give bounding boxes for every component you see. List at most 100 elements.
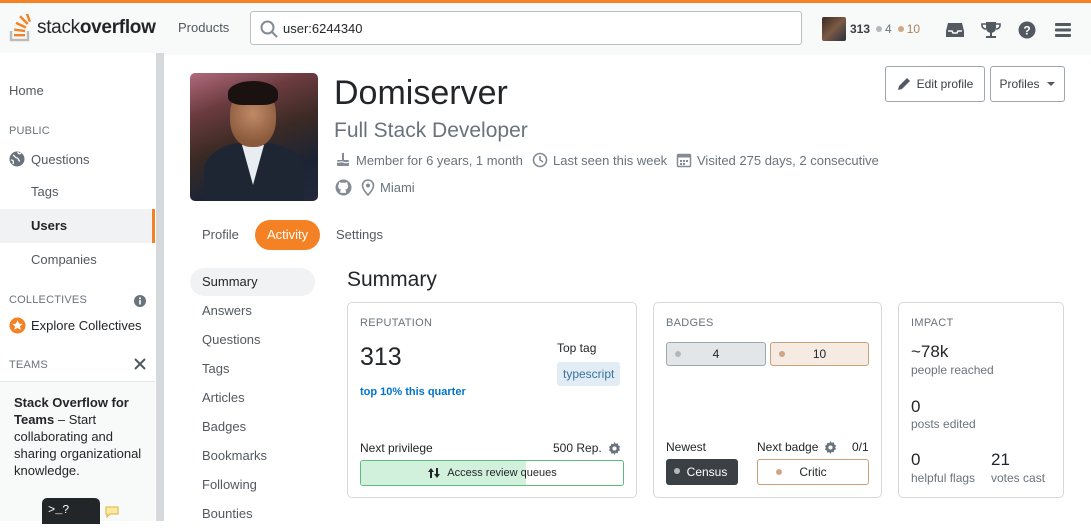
review-icon [428,468,441,478]
subnav-bookmarks[interactable]: Bookmarks [190,442,315,470]
profiles-dropdown[interactable]: Profiles [990,66,1065,102]
people-reached-label: people reached [911,363,994,377]
sidebar-item-home[interactable]: Home [9,83,44,98]
sidebar-heading-teams: TEAMS [9,359,48,371]
bronze-badge-icon [779,351,785,357]
clock-icon [532,152,548,168]
sidebar-item-explore-collectives-label: Explore Collectives [31,318,142,333]
github-icon[interactable] [335,179,352,201]
silver-badge-icon [674,468,680,474]
bronze-badge-icon [897,26,904,32]
posts-edited-value: 0 [911,397,921,416]
pencil-icon [897,78,910,90]
site-switcher-icon[interactable] [1050,17,1076,43]
sidebar-item-explore-collectives[interactable]: Explore Collectives [9,317,142,334]
subnav-badges[interactable]: Badges [190,413,315,441]
search-input[interactable] [283,19,783,37]
helpful-flags-value: 0 [911,450,921,469]
sidebar-item-users[interactable] [0,209,155,243]
profile-avatar [190,73,318,201]
help-icon[interactable]: ? [1014,17,1040,43]
sidebar-item-questions[interactable]: Questions [9,151,90,167]
profile-title: Full Stack Developer [334,119,528,142]
location-text: Miami [380,180,415,195]
next-badge-progress: 0/1 [852,440,869,454]
sidebar-scrollbar[interactable] [156,53,164,521]
helpful-flags-label: helpful flags [911,471,976,485]
profile-name: Domiserver [334,74,508,112]
location-pin-icon [361,179,375,196]
subnav-tags[interactable]: Tags [190,355,315,383]
reputation-label: REPUTATION [360,317,433,329]
impact-label: IMPACT [911,317,954,329]
tag-typescript[interactable]: typescript [557,362,621,386]
next-badge-label: Next badge [757,440,819,454]
calendar-icon [676,153,692,168]
silver-badge-icon [876,26,883,32]
profiles-label: Profiles [999,77,1040,91]
tab-profile[interactable]: Profile [190,220,251,250]
photo-hair [228,81,278,105]
posts-edited-label: posts edited [911,417,976,431]
subnav-questions[interactable]: Questions [190,326,315,354]
silver-badge-count: 4 [885,22,892,36]
subnav-following[interactable]: Following [190,471,315,499]
summary-heading: Summary [347,268,437,291]
sidebar-item-companies[interactable]: Companies [31,252,97,267]
bronze-badge-total: 10 [812,347,827,361]
member-for: Member for 6 years, 1 month [335,152,523,168]
svg-text:?: ? [1023,24,1030,38]
caret-down-icon [1046,82,1055,86]
votes-cast-value: 21 [991,450,1010,469]
inbox-icon[interactable] [942,17,968,43]
globe-icon [9,151,25,167]
user-card-top[interactable]: 313 4 10 [822,17,920,41]
bronze-badge-box[interactable]: 10 [770,342,869,366]
logo-text-bold: overflow [79,17,156,38]
location: Miami [361,179,415,196]
edit-profile-button[interactable]: Edit profile [885,66,985,102]
visited: Visited 275 days, 2 consecutive [676,152,879,168]
cake-icon [336,152,350,166]
tab-settings[interactable]: Settings [324,220,395,250]
silver-badge-total: 4 [712,347,720,361]
badge-census[interactable]: Census [666,459,738,485]
stack-logo-icon [9,10,33,42]
edit-profile-label: Edit profile [916,77,974,91]
impact-card [898,302,1064,498]
sidebar-item-tags[interactable]: Tags [31,184,58,199]
reputation-count: 313 [850,22,871,36]
trophy-icon[interactable] [978,17,1004,43]
close-icon[interactable] [134,357,146,375]
visited-text: Visited 275 days, 2 consecutive [697,152,879,168]
gear-icon[interactable] [824,441,837,459]
stackoverflow-logo[interactable]: stackoverflow [9,10,156,43]
logo-text-plain: stack [37,17,80,38]
badge-critic-label: Critic [799,465,827,479]
logo-text: stackoverflow [37,17,156,39]
subnav-bounties[interactable]: Bounties [190,500,315,528]
silver-badge-icon [675,351,681,357]
search-box[interactable] [250,11,802,45]
member-for-text: Member for 6 years, 1 month [356,152,523,168]
top-percent-link[interactable]: top 10% this quarter [360,386,466,398]
privilege-progress[interactable]: Access review queues [360,460,624,486]
subnav-answers[interactable]: Answers [190,297,315,325]
avatar[interactable] [822,17,846,41]
silver-badge-box[interactable]: 4 [666,342,766,366]
collectives-icon [9,317,26,334]
sidebar-heading-public: PUBLIC [9,125,50,137]
info-icon[interactable] [134,294,146,312]
badge-critic[interactable]: Critic [757,459,869,485]
top-tag-label: Top tag [557,341,597,355]
subnav-summary[interactable]: Summary [190,268,315,296]
privilege-name: Access review queues [447,467,557,479]
newest-label: Newest [666,440,707,454]
sidebar-item-questions-label: Questions [31,151,90,167]
people-reached-value: ~78k [911,342,949,361]
subnav-articles[interactable]: Articles [190,384,315,412]
gear-icon[interactable] [608,442,621,460]
products-menu[interactable]: Products [178,20,229,35]
tab-activity[interactable]: Activity [255,220,321,250]
sidebar-item-users-label[interactable]: Users [31,218,67,233]
